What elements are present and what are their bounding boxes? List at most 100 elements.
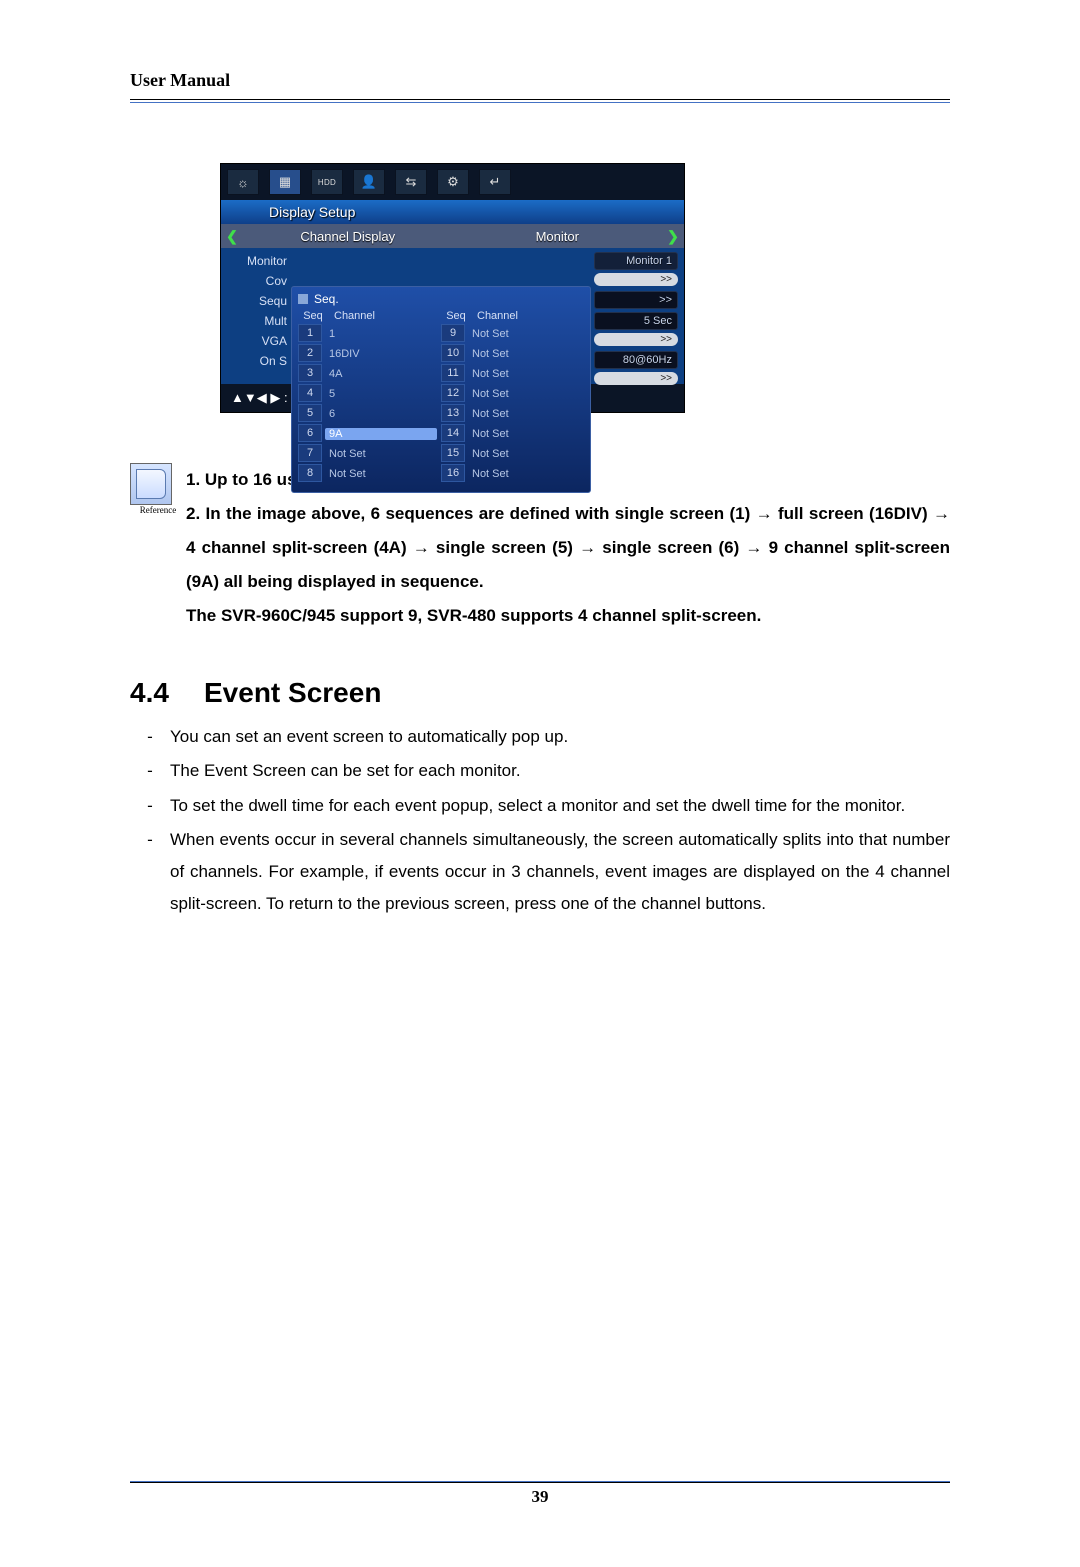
sequence-number: 3: [298, 364, 322, 382]
value-monitor1[interactable]: Monitor 1: [594, 252, 678, 270]
screenshot-figure: ☼ ▦ HDD 👤 ⇆ ⚙ ↵ Display Setup ❮ Channel …: [220, 163, 685, 413]
sequence-row[interactable]: 69A: [298, 424, 441, 444]
sequence-popup: Seq. SeqChannel 11216DIV34A455669A7Not S…: [291, 286, 591, 493]
sequence-channel: 5: [325, 388, 441, 400]
value-selector-3[interactable]: >>: [594, 372, 678, 385]
sequence-number: 15: [441, 444, 465, 462]
value-5sec[interactable]: 5 Sec: [594, 312, 678, 330]
sequence-row[interactable]: 7Not Set: [298, 444, 441, 464]
sequence-row[interactable]: 10Not Set: [441, 344, 584, 364]
sequence-row[interactable]: 9Not Set: [441, 324, 584, 344]
section-title: Event Screen: [204, 677, 381, 708]
sequence-row[interactable]: 34A: [298, 364, 441, 384]
list-item: -When events occur in several channels s…: [130, 824, 950, 921]
icon-toolbar: ☼ ▦ HDD 👤 ⇆ ⚙ ↵: [221, 164, 684, 200]
divider-top-black: [130, 99, 950, 100]
window-title: Display Setup: [221, 200, 684, 224]
hdd-icon[interactable]: HDD: [311, 169, 343, 195]
label-cov: Cov: [229, 274, 291, 288]
header-title: User Manual: [130, 70, 950, 91]
sequence-row[interactable]: 11: [298, 324, 441, 344]
reference-p2: 2. In the image above, 6 sequences are d…: [186, 497, 950, 599]
list-item: -To set the dwell time for each event po…: [130, 790, 950, 822]
sequence-channel: Not Set: [468, 328, 584, 340]
sequence-number: 9: [441, 324, 465, 342]
sequence-number: 16: [441, 464, 465, 482]
sequence-channel: Not Set: [325, 448, 441, 460]
sequence-row[interactable]: 12Not Set: [441, 384, 584, 404]
tab-bar: ❮ Channel Display Monitor ❯: [221, 224, 684, 248]
col-seq-right: Seq: [441, 310, 471, 322]
value-selector-2[interactable]: >>: [594, 333, 678, 346]
section-number: 4.4: [130, 677, 204, 709]
sequence-row[interactable]: 16Not Set: [441, 464, 584, 484]
exit-icon[interactable]: ↵: [479, 169, 511, 195]
sequence-row[interactable]: 56: [298, 404, 441, 424]
section-heading: 4.4Event Screen: [130, 677, 950, 709]
label-mult: Mult: [229, 314, 291, 328]
sequence-row[interactable]: 45: [298, 384, 441, 404]
sequence-channel: Not Set: [468, 408, 584, 420]
divider-bottom-black: [130, 1482, 950, 1483]
popup-title-row: Seq.: [298, 292, 584, 306]
sequence-channel: 4A: [325, 368, 441, 380]
label-ons: On S: [229, 354, 291, 368]
sequence-channel: 9A: [325, 428, 437, 440]
sequence-row[interactable]: 14Not Set: [441, 424, 584, 444]
sequence-number: 7: [298, 444, 322, 462]
label-sequ: Sequ: [229, 294, 291, 308]
sequence-number: 2: [298, 344, 322, 362]
reference-p3: The SVR-960C/945 support 9, SVR-480 supp…: [186, 599, 950, 633]
value-selector-1[interactable]: >>: [594, 273, 678, 286]
sequence-row[interactable]: 13Not Set: [441, 404, 584, 424]
value-resolution[interactable]: 80@60Hz: [594, 351, 678, 369]
section-bullets: -You can set an event screen to automati…: [130, 721, 950, 921]
tab-monitor[interactable]: Monitor: [453, 229, 663, 244]
tab-prev-icon[interactable]: ❮: [221, 228, 243, 245]
sequence-channel: 16DIV: [325, 348, 441, 360]
sequence-channel: Not Set: [468, 348, 584, 360]
panel-body: Monitor Cov Sequ Mult VGA On S Monitor 1…: [221, 248, 684, 384]
sequence-channel: Not Set: [468, 388, 584, 400]
sequence-number: 11: [441, 364, 465, 382]
user-icon[interactable]: 👤: [353, 169, 385, 195]
sequence-channel: 6: [325, 408, 441, 420]
sequence-number: 6: [298, 424, 322, 442]
divider-top-blue: [130, 102, 950, 103]
sequence-number: 10: [441, 344, 465, 362]
sequence-number: 4: [298, 384, 322, 402]
page-number: 39: [130, 1487, 950, 1507]
sequence-number: 14: [441, 424, 465, 442]
sequence-channel: Not Set: [468, 368, 584, 380]
sequence-channel: Not Set: [468, 448, 584, 460]
sequence-number: 5: [298, 404, 322, 422]
label-vga: VGA: [229, 334, 291, 348]
network-icon[interactable]: ⇆: [395, 169, 427, 195]
col-channel-left: Channel: [328, 310, 441, 322]
tab-next-icon[interactable]: ❯: [662, 228, 684, 245]
sun-icon[interactable]: ☼: [227, 169, 259, 195]
label-monitor: Monitor: [229, 254, 291, 268]
popup-title: Seq.: [314, 292, 339, 306]
col-seq-left: Seq: [298, 310, 328, 322]
sequence-row[interactable]: 11Not Set: [441, 364, 584, 384]
reference-icon: [130, 463, 172, 505]
sequence-channel: 1: [325, 328, 441, 340]
grid-icon[interactable]: ▦: [269, 169, 301, 195]
gear-icon[interactable]: ⚙: [437, 169, 469, 195]
tab-channel-display[interactable]: Channel Display: [243, 229, 453, 244]
list-item: -You can set an event screen to automati…: [130, 721, 950, 753]
sequence-channel: Not Set: [325, 468, 441, 480]
sequence-number: 8: [298, 464, 322, 482]
sequence-row[interactable]: 15Not Set: [441, 444, 584, 464]
value-gt[interactable]: >>: [594, 291, 678, 309]
list-item: -The Event Screen can be set for each mo…: [130, 755, 950, 787]
sequence-number: 13: [441, 404, 465, 422]
sequence-channel: Not Set: [468, 468, 584, 480]
right-value-panel: Monitor 1 >> >> 5 Sec >> 80@60Hz >>: [594, 252, 678, 390]
sequence-number: 1: [298, 324, 322, 342]
sequence-row[interactable]: 8Not Set: [298, 464, 441, 484]
sequence-channel: Not Set: [468, 428, 584, 440]
sequence-number: 12: [441, 384, 465, 402]
sequence-row[interactable]: 216DIV: [298, 344, 441, 364]
